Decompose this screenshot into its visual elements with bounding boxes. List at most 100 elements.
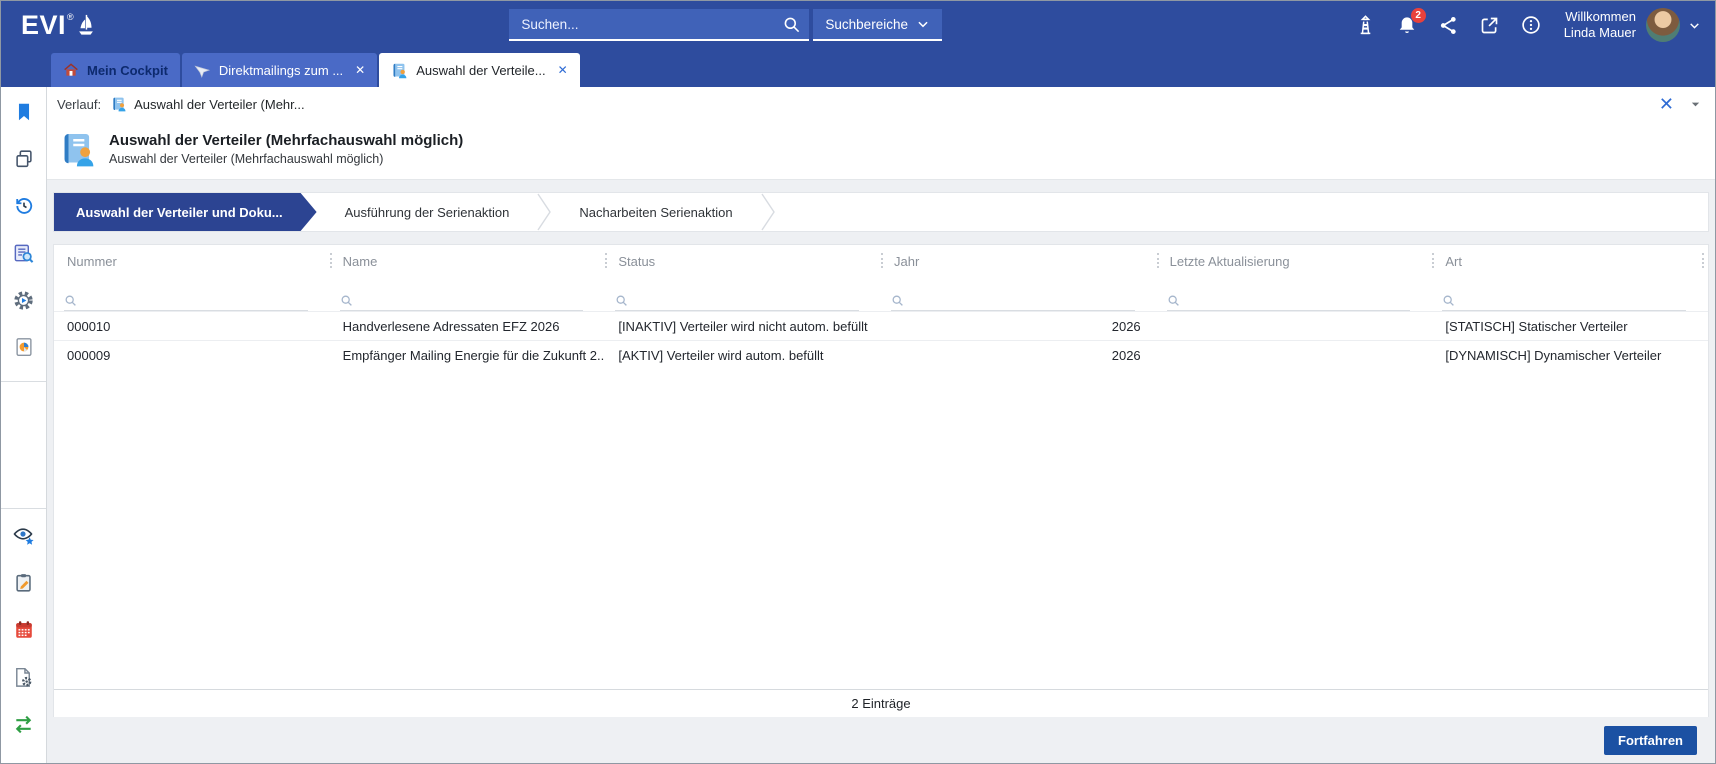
search-icon (1167, 294, 1180, 307)
table-header-row: Nummer Name Status Jahr Letzte Aktualisi… (54, 245, 1708, 277)
column-header-name[interactable]: Name (330, 245, 606, 277)
paper-plane-icon (194, 62, 211, 79)
book-person-icon (59, 130, 97, 168)
calendar-icon[interactable] (11, 617, 37, 643)
toolbar-separator (1, 508, 46, 509)
tab-auswahl-der-verteiler[interactable]: Auswahl der Verteile... ✕ (379, 53, 579, 87)
app-window: EVI ® Suchbereic (0, 0, 1716, 764)
table-row[interactable]: 000010 Handverlesene Adressaten EFZ 2026… (54, 311, 1708, 340)
column-resize-handle[interactable] (1157, 253, 1159, 268)
search-icon (64, 294, 77, 307)
tab-direktmailings[interactable]: Direktmailings zum ... ✕ (182, 53, 377, 87)
table-empty-area (54, 369, 1708, 689)
column-resize-handle[interactable] (605, 253, 607, 268)
column-header-nummer[interactable]: Nummer (54, 245, 330, 277)
bookmark-icon[interactable] (11, 99, 37, 125)
table-filter-row (54, 277, 1708, 311)
search-scope-dropdown[interactable]: Suchbereiche (813, 9, 942, 41)
history-label: Verlauf: (57, 97, 101, 112)
step-chevron-icon (537, 193, 551, 231)
app-header: EVI ® Suchbereic (1, 1, 1715, 49)
filter-input-name[interactable] (340, 294, 584, 311)
history-collapse-chevron-icon[interactable] (1690, 99, 1701, 110)
column-header-art[interactable]: Art (1432, 245, 1708, 277)
filter-input-art[interactable] (1442, 294, 1686, 311)
swap-arrows-icon[interactable] (11, 711, 37, 737)
bottom-action-bar: Fortfahren (47, 717, 1715, 763)
home-icon (63, 62, 79, 78)
cell-art: [STATISCH] Statischer Verteiler (1432, 312, 1708, 340)
history-entry-label: Auswahl der Verteiler (Mehr... (134, 97, 305, 112)
history-icon[interactable] (11, 193, 37, 219)
book-person-icon (111, 96, 127, 112)
search-scope-label: Suchbereiche (825, 17, 908, 32)
column-resize-handle[interactable] (330, 253, 332, 268)
help-more-icon[interactable] (1520, 14, 1542, 36)
lighthouse-icon[interactable] (1355, 14, 1376, 37)
left-toolbar (1, 87, 47, 763)
column-header-status[interactable]: Status (605, 245, 881, 277)
welcome-line1: Willkommen (1564, 9, 1636, 25)
registered-mark: ® (67, 12, 74, 22)
gear-play-icon[interactable] (11, 287, 37, 313)
column-header-letzte-aktualisierung[interactable]: Letzte Aktualisierung (1157, 245, 1433, 277)
table-row[interactable]: 000009 Empfänger Mailing Energie für die… (54, 340, 1708, 369)
filter-input-jahr[interactable] (891, 294, 1135, 311)
column-resize-handle[interactable] (1432, 253, 1434, 268)
search-icon (891, 294, 904, 307)
history-close-icon[interactable]: ✕ (1659, 95, 1674, 113)
copy-pages-icon[interactable] (11, 146, 37, 172)
column-header-jahr[interactable]: Jahr (881, 245, 1157, 277)
user-menu-chevron-icon[interactable] (1688, 19, 1701, 32)
filter-input-status[interactable] (615, 294, 859, 311)
sailboat-icon (75, 13, 97, 37)
avatar[interactable] (1646, 8, 1680, 42)
history-bar: Verlauf: Auswahl der Verteiler (Mehr... … (47, 87, 1715, 121)
book-person-icon (391, 62, 408, 79)
search-icon (1442, 294, 1455, 307)
search-icon (340, 294, 353, 307)
document-gear-icon[interactable] (11, 664, 37, 690)
search-input[interactable] (521, 17, 782, 32)
tab-label: Mein Cockpit (87, 63, 168, 78)
share-icon[interactable] (1438, 15, 1459, 36)
welcome-text: Willkommen Linda Mauer (1564, 9, 1636, 41)
tab-close-icon[interactable]: ✕ (558, 63, 568, 77)
tab-label: Auswahl der Verteile... (416, 63, 545, 78)
toolbar-separator (1, 381, 46, 382)
search-icon (615, 294, 628, 307)
fortfahren-button[interactable]: Fortfahren (1604, 726, 1697, 755)
filter-input-letzte-aktualisierung[interactable] (1167, 294, 1411, 311)
cell-letzte-aktualisierung (1157, 341, 1433, 369)
welcome-line2: Linda Mauer (1564, 25, 1636, 41)
wizard-step-1[interactable]: Auswahl der Verteiler und Doku... (54, 193, 317, 231)
filter-input-nummer[interactable] (64, 294, 308, 311)
search-icon[interactable] (782, 15, 801, 34)
page-subtitle: Auswahl der Verteiler (Mehrfachauswahl m… (109, 151, 463, 168)
logo-text: EVI (21, 10, 66, 40)
search-document-icon[interactable] (11, 240, 37, 266)
clipboard-edit-icon[interactable] (11, 570, 37, 596)
tab-bar: Mein Cockpit Direktmailings zum ... ✕ Au… (1, 49, 1715, 87)
wizard-step-3[interactable]: Nacharbeiten Serienaktion (551, 193, 760, 231)
chevron-down-icon (916, 17, 930, 31)
report-piechart-icon[interactable] (11, 334, 37, 360)
wizard-step-2[interactable]: Ausführung der Serienaktion (317, 193, 538, 231)
bell-icon[interactable]: 2 (1396, 14, 1418, 37)
evi-logo[interactable]: EVI ® (21, 10, 97, 40)
page-title: Auswahl der Verteiler (Mehrfachauswahl m… (109, 131, 463, 151)
tab-mein-cockpit[interactable]: Mein Cockpit (51, 53, 180, 87)
cell-jahr: 2026 (881, 341, 1157, 369)
cell-name: Empfänger Mailing Energie für die Zukunf… (330, 341, 606, 369)
eye-star-icon[interactable] (11, 523, 37, 549)
cell-nummer: 000009 (54, 341, 330, 369)
history-entry[interactable]: Auswahl der Verteiler (Mehr... (111, 96, 305, 112)
verteiler-table: Nummer Name Status Jahr Letzte Aktualisi… (53, 244, 1709, 717)
column-resize-handle[interactable] (881, 253, 883, 268)
table-footer-count: 2 Einträge (54, 689, 1708, 717)
tab-close-icon[interactable]: ✕ (355, 63, 365, 77)
notification-badge: 2 (1411, 8, 1426, 23)
open-in-new-icon[interactable] (1479, 15, 1500, 36)
cell-nummer: 000010 (54, 312, 330, 340)
column-resize-handle[interactable] (1702, 253, 1704, 268)
